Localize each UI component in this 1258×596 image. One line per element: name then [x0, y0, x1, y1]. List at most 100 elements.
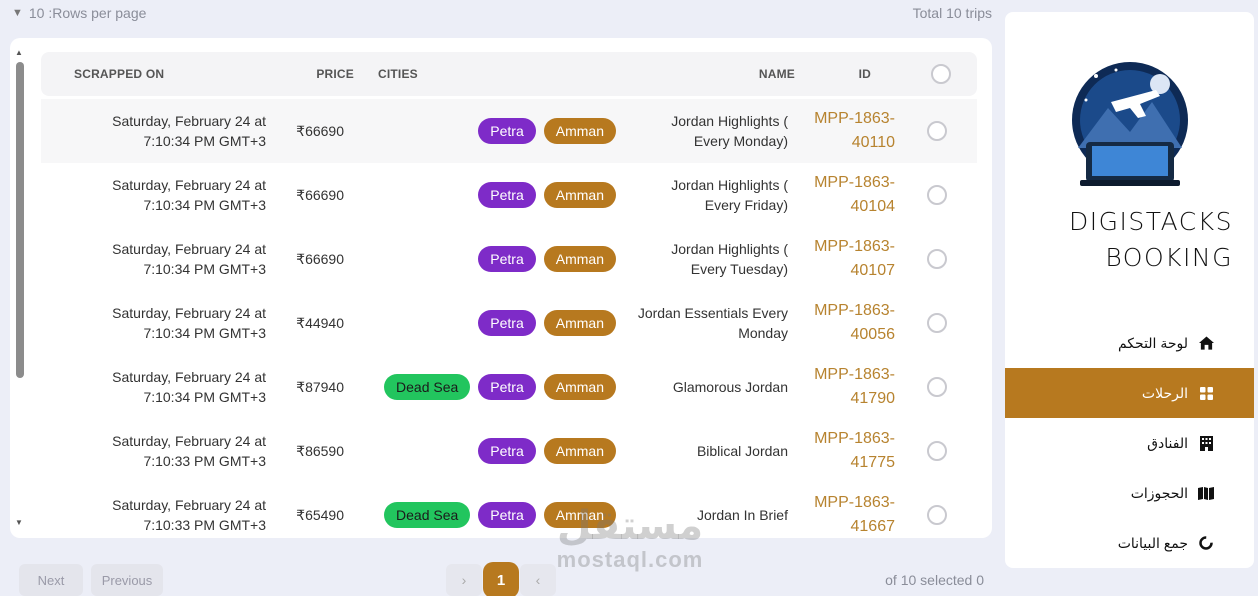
sidebar-item-bookings[interactable]: الحجوزات	[1005, 468, 1254, 518]
scroll-down-icon[interactable]: ▼	[14, 518, 24, 528]
cell-price: ₹66690	[296, 250, 344, 267]
previous-button[interactable]: Previous	[91, 564, 163, 596]
home-icon	[1198, 335, 1214, 351]
city-chip: Amman	[543, 182, 616, 208]
header-price[interactable]: PRICE	[275, 67, 354, 81]
cell-id[interactable]: MPP-1863- 40104	[788, 171, 897, 219]
city-chip: Amman	[543, 246, 616, 272]
row-checkbox[interactable]	[927, 377, 947, 397]
cell-cities: Dead Sea Petra Amman	[344, 374, 616, 400]
building-icon	[1198, 435, 1214, 451]
cell-cities: Dead Sea Petra Amman	[344, 502, 616, 528]
cell-price: ₹87940	[296, 378, 344, 395]
vertical-scrollbar[interactable]: ▲ ▼	[14, 48, 24, 528]
cell-id[interactable]: MPP-1863- 40110	[788, 107, 897, 155]
table-row[interactable]: Saturday, February 24 at 7:10:34 PM GMT+3…	[41, 163, 977, 227]
table-row[interactable]: Saturday, February 24 at 7:10:34 PM GMT+3…	[41, 99, 977, 163]
cell-cities: Petra Amman	[344, 182, 616, 208]
cell-scrapped-on: Saturday, February 24 at 7:10:34 PM GMT+3	[112, 177, 266, 213]
city-chip: Petra	[478, 438, 536, 464]
city-chip: Petra	[478, 118, 536, 144]
brand-logo	[1056, 56, 1204, 194]
city-chip: Dead Sea	[384, 374, 471, 400]
cell-name: Jordan Essentials Every Monday	[637, 305, 788, 341]
cell-cities: Petra Amman	[344, 438, 616, 464]
page-number-current[interactable]: 1	[483, 562, 519, 596]
page-prev-arrow-icon[interactable]: ‹	[520, 564, 556, 596]
city-chip: Petra	[478, 310, 536, 336]
city-chip: Amman	[543, 502, 616, 528]
grid-icon	[1198, 385, 1214, 401]
cell-name: Jordan Highlights (Every Monday)	[671, 113, 788, 149]
header-name[interactable]: NAME	[614, 67, 795, 81]
cell-cities: Petra Amman	[344, 310, 616, 336]
next-button[interactable]: Next	[19, 564, 83, 596]
cell-price: ₹65490	[296, 506, 344, 523]
cell-id[interactable]: MPP-1863- 41790	[788, 363, 897, 411]
sidebar-item-data-collection[interactable]: جمع البيانات	[1005, 518, 1254, 568]
sidebar-item-hotels[interactable]: الفنادق	[1005, 418, 1254, 468]
cell-scrapped-on: Saturday, February 24 at 7:10:33 PM GMT+3	[112, 433, 266, 469]
cell-name: Glamorous Jordan	[672, 379, 788, 395]
sidebar-item-label: لوحة التحكم	[1117, 334, 1188, 351]
cell-cities: Petra Amman	[344, 118, 616, 144]
city-chip: Petra	[478, 246, 536, 272]
table-row[interactable]: Saturday, February 24 at 7:10:33 PM GMT+3…	[41, 419, 977, 483]
chevron-down-icon: ▼	[12, 7, 23, 19]
cell-price: ₹66690	[296, 186, 344, 203]
cell-name: Jordan Highlights (Every Tuesday)	[671, 241, 788, 277]
city-chip: Amman	[543, 438, 616, 464]
table-row[interactable]: Saturday, February 24 at 7:10:34 PM GMT+3…	[41, 355, 977, 419]
row-checkbox[interactable]	[927, 441, 947, 461]
city-chip: Amman	[543, 310, 616, 336]
cell-id[interactable]: MPP-1863- 40107	[788, 235, 897, 283]
scroll-up-icon[interactable]: ▲	[14, 48, 24, 58]
row-checkbox[interactable]	[927, 249, 947, 269]
page-next-arrow-icon[interactable]: ›	[446, 564, 482, 596]
table-toolbar: ▼ 10 :Rows per page Total 10 trips	[12, 4, 992, 22]
cell-name: Jordan Highlights (Every Friday)	[671, 177, 788, 213]
city-chip: Amman	[543, 374, 616, 400]
cell-scrapped-on: Saturday, February 24 at 7:10:34 PM GMT+3	[112, 369, 266, 405]
cell-cities: Petra Amman	[344, 246, 616, 272]
city-chip: Amman	[543, 118, 616, 144]
cell-id[interactable]: MPP-1863- 40056	[788, 299, 897, 347]
city-chip: Petra	[478, 182, 536, 208]
scroll-thumb[interactable]	[16, 62, 24, 378]
city-chip: Petra	[478, 502, 536, 528]
sidebar-item-trips[interactable]: الرحلات	[1005, 368, 1254, 418]
table-header: SCRAPPED ON PRICE CITIES NAME ID	[41, 52, 977, 96]
table-row[interactable]: Saturday, February 24 at 7:10:33 PM GMT+3…	[41, 483, 977, 538]
header-scrapped-on[interactable]: SCRAPPED ON	[41, 67, 275, 81]
header-cities[interactable]: CITIES	[354, 67, 614, 81]
rows-per-page-select[interactable]: ▼ 10 :Rows per page	[12, 5, 146, 21]
sidebar-item-dashboard[interactable]: لوحة التحكم	[1005, 318, 1254, 368]
table-row[interactable]: Saturday, February 24 at 7:10:34 PM GMT+3…	[41, 227, 977, 291]
cell-scrapped-on: Saturday, February 24 at 7:10:34 PM GMT+3	[112, 305, 266, 341]
cell-name: Jordan In Brief	[696, 507, 788, 523]
cell-scrapped-on: Saturday, February 24 at 7:10:34 PM GMT+3	[112, 113, 266, 149]
table-row[interactable]: Saturday, February 24 at 7:10:34 PM GMT+3…	[41, 291, 977, 355]
cell-name: Biblical Jordan	[696, 443, 788, 459]
cell-id[interactable]: MPP-1863- 41667	[788, 491, 897, 538]
row-checkbox[interactable]	[927, 121, 947, 141]
sidebar: DIGISTACKS BOOKING لوحة التحكم الرحلات ا…	[1005, 12, 1254, 568]
cell-price: ₹86590	[296, 442, 344, 459]
brand-name-line1: DIGISTACKS	[1069, 207, 1233, 236]
cell-price: ₹44940	[296, 314, 344, 331]
row-checkbox[interactable]	[927, 313, 947, 333]
row-checkbox[interactable]	[927, 185, 947, 205]
select-all-checkbox[interactable]	[930, 64, 951, 84]
sidebar-item-label: الرحلات	[1141, 384, 1188, 401]
rows-per-page-label: 10 :Rows per page	[28, 5, 147, 21]
loader-icon	[1198, 535, 1214, 551]
header-id[interactable]: ID	[795, 67, 904, 81]
city-chip: Petra	[478, 374, 536, 400]
cell-scrapped-on: Saturday, February 24 at 7:10:33 PM GMT+3	[112, 497, 266, 533]
city-chip: Dead Sea	[384, 502, 471, 528]
sidebar-item-label: الفنادق	[1147, 434, 1188, 451]
row-checkbox[interactable]	[927, 505, 947, 525]
cell-id[interactable]: MPP-1863- 41775	[788, 427, 897, 475]
cell-scrapped-on: Saturday, February 24 at 7:10:34 PM GMT+3	[112, 241, 266, 277]
sidebar-item-label: جمع البيانات	[1117, 534, 1188, 551]
